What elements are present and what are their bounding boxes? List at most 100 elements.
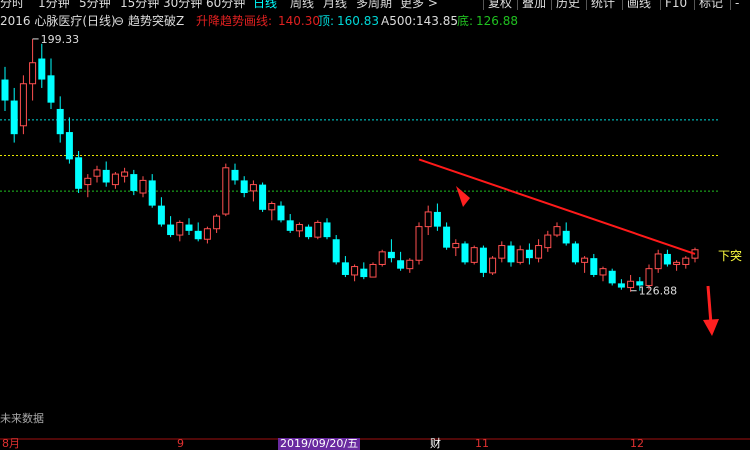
candle-body xyxy=(360,268,368,278)
period-tab[interactable]: 1分钟 xyxy=(38,0,70,10)
candle-body xyxy=(387,251,395,259)
candle-body xyxy=(56,108,64,135)
candle-body xyxy=(203,228,211,240)
period-tab[interactable]: 日线 xyxy=(253,0,277,10)
candle-body xyxy=(102,169,110,183)
candle-body xyxy=(663,253,671,265)
period-tab[interactable]: 60分钟 xyxy=(206,0,245,10)
period-tab[interactable]: 5分钟 xyxy=(79,0,111,10)
candle-body xyxy=(682,257,690,265)
candle-body xyxy=(341,262,349,275)
arrow-down-icon xyxy=(706,285,713,325)
period-tab[interactable]: 周线 xyxy=(290,0,314,10)
candle-body xyxy=(47,75,55,103)
high-price-label: 199.33 xyxy=(41,33,80,46)
trendline-label: 升降趋势画线: xyxy=(196,14,273,28)
a500-value: 143.85 xyxy=(416,14,458,28)
axis-date-label: 11 xyxy=(475,437,489,450)
candle-body xyxy=(130,174,138,191)
period-toolbar: 分时 1分钟 5分钟 15分钟 30分钟 60分钟 日线 周线 月线 多周期 更多 > 复权 叠加 历史统… xyxy=(0,0,750,10)
toolbar-button[interactable]: 复权 xyxy=(483,0,516,10)
candle-body xyxy=(332,239,340,263)
candle-body xyxy=(498,245,506,259)
candle-body xyxy=(111,173,119,186)
axis-date-label: 9 xyxy=(177,437,184,450)
candle-body xyxy=(470,247,478,263)
candle-body xyxy=(84,177,92,186)
indicator-icon[interactable]: ⊖ xyxy=(114,12,124,30)
candle-body xyxy=(29,62,37,85)
period-tab[interactable]: 更多 > xyxy=(400,0,438,10)
toolbar-button[interactable]: F10 xyxy=(660,0,691,10)
candle-body xyxy=(259,184,267,210)
candle-body xyxy=(571,243,579,263)
candle-body xyxy=(599,268,607,276)
kline-chart[interactable]: 199.33 126.88 下突未来数据 xyxy=(0,30,750,440)
candle-body xyxy=(443,226,451,248)
candle-body xyxy=(167,224,175,236)
arrow-head-icon xyxy=(703,319,719,336)
candle-body xyxy=(213,215,221,230)
candle-body xyxy=(277,205,285,221)
candle-body xyxy=(673,261,681,265)
cursor-date-label: 2019/09/20/五 xyxy=(278,437,361,450)
candle-body xyxy=(240,180,248,194)
candle-body xyxy=(65,132,73,160)
stock-name: 2016 心脉医疗(日线) xyxy=(0,14,116,28)
candle-body xyxy=(268,203,276,211)
candle-body xyxy=(194,230,202,240)
toolbar-button[interactable]: - xyxy=(730,0,743,10)
candle-body xyxy=(231,169,239,181)
period-tab[interactable]: 30分钟 xyxy=(163,0,202,10)
candle-body xyxy=(1,79,9,101)
period-tab[interactable]: 多周期 xyxy=(356,0,392,10)
candle-body xyxy=(562,230,570,244)
axis-date-label: 8月 xyxy=(2,437,20,450)
candle-body xyxy=(645,268,653,286)
future-data-label: 未来数据 xyxy=(0,411,44,425)
period-tab[interactable]: 月线 xyxy=(323,0,347,10)
candle-body xyxy=(479,247,487,273)
candle-body xyxy=(38,58,46,80)
candle-body xyxy=(75,157,83,189)
candle-body xyxy=(553,226,561,236)
candle-body xyxy=(544,234,552,249)
candle-body xyxy=(378,251,386,265)
candle-body xyxy=(654,253,662,270)
toolbar-button[interactable]: 叠加 xyxy=(517,0,550,10)
candle-body xyxy=(305,226,313,238)
candle-body xyxy=(369,263,377,278)
candle-body xyxy=(452,242,460,249)
candle-body xyxy=(185,224,193,231)
candle-body xyxy=(590,258,598,275)
candle-body xyxy=(222,167,230,215)
candle-body xyxy=(581,257,589,263)
candle-body xyxy=(351,266,359,276)
toolbar-button[interactable]: 标记 xyxy=(694,0,727,10)
candle-body xyxy=(176,221,184,236)
toolbar-button[interactable]: 历史 xyxy=(551,0,584,10)
candle-body xyxy=(608,270,616,284)
info-bar: 2016 心脉医疗(日线) ⊖ 趋势突破Z 升降趋势画线: 140.30 顶: … xyxy=(0,12,750,30)
candle-body xyxy=(535,245,543,259)
candle-body xyxy=(323,222,331,238)
candle-body xyxy=(525,249,533,259)
candle-body xyxy=(19,83,27,127)
bottom-value: 126.88 xyxy=(476,14,518,28)
candle-body xyxy=(249,184,257,192)
a500-label: A500: xyxy=(381,14,417,28)
indicator-name[interactable]: 趋势突破Z xyxy=(128,12,184,30)
candle-body xyxy=(139,179,147,194)
period-tab[interactable]: 分时 xyxy=(0,0,24,10)
axis-date-label: 财 xyxy=(430,437,441,450)
bottom-label: 底: xyxy=(457,14,474,28)
top-label: 顶: xyxy=(318,14,335,28)
period-tab[interactable]: 15分钟 xyxy=(120,0,159,10)
candle-body xyxy=(433,211,441,227)
candle-body xyxy=(10,100,18,135)
candle-body xyxy=(415,226,423,261)
trendline xyxy=(418,158,696,255)
cursor-icon xyxy=(456,186,470,207)
toolbar-button[interactable]: 画线 xyxy=(622,0,655,10)
toolbar-button[interactable]: 统计 xyxy=(586,0,619,10)
